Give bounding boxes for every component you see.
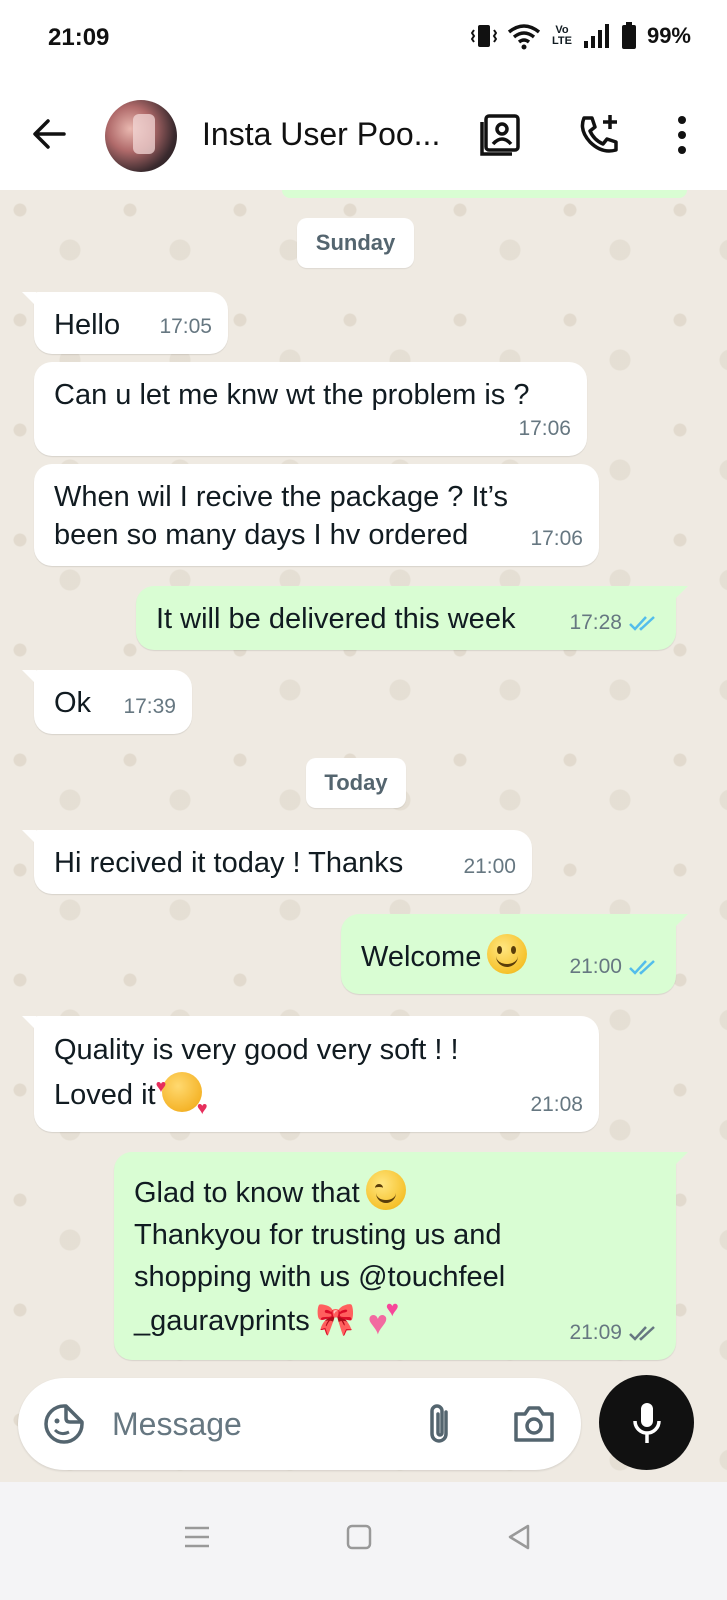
message-meta: 21:00 [463, 848, 516, 886]
wifi-icon [507, 24, 541, 50]
message-text-line: Loved it [54, 1079, 156, 1111]
message-time: 17:39 [123, 695, 176, 718]
message-time: 17:05 [159, 315, 212, 338]
chat-header: Insta User Poo... [0, 78, 727, 190]
message-bubble-outgoing[interactable]: It will be delivered this week 17:28 [136, 586, 688, 650]
mic-icon [633, 1403, 661, 1443]
message-text: Ok [54, 687, 92, 719]
message-text-line: _gauravprints [134, 1305, 310, 1337]
message-time: 17:06 [518, 417, 571, 440]
read-receipt-icon [629, 960, 655, 975]
battery-icon [621, 22, 636, 49]
message-bubble-outgoing[interactable]: Welcome 21:00 [341, 914, 688, 994]
date-chip: Today [306, 758, 406, 808]
message-text-line: Thankyou for trusting us and [134, 1219, 502, 1251]
message-meta: 17:06 [530, 520, 583, 558]
contact-card-icon[interactable] [478, 112, 524, 158]
message-text-line: Glad to know that [134, 1177, 360, 1209]
status-icons: Vo LTE 99% [470, 22, 691, 50]
volte-icon: Vo LTE [551, 24, 572, 47]
vibrate-icon [470, 25, 497, 47]
camera-icon[interactable] [512, 1404, 556, 1444]
battery-percent: 99% [646, 23, 691, 48]
message-text-line: Quality is very good very soft ! ! [54, 1034, 459, 1066]
message-meta: 21:08 [530, 1086, 583, 1124]
message-bubble-incoming[interactable]: Ok 17:39 [22, 670, 192, 734]
signal-icon [583, 24, 609, 48]
ribbon-emoji [316, 1298, 362, 1340]
message-meta: 21:00 [569, 948, 660, 986]
message-text: When wil I recive the package ? It’s bee… [54, 481, 509, 551]
status-time: 21:09 [48, 24, 110, 51]
message-text: It will be delivered this week [156, 603, 516, 635]
message-meta: 17:39 [123, 688, 176, 726]
avatar[interactable] [105, 100, 177, 172]
more-vert-icon[interactable] [660, 112, 704, 158]
system-nav-bar [0, 1482, 727, 1600]
message-bubble-incoming[interactable]: Hi recived it today ! Thanks 21:00 [22, 830, 532, 894]
message-text: Glad to know that Thankyou for trusting u… [134, 1170, 506, 1344]
slightly-smiling-face-emoji [487, 934, 528, 974]
message-meta: 17:28 [569, 604, 660, 642]
message-time: 17:28 [569, 611, 622, 634]
message-text-content: Welcome [361, 941, 482, 973]
message-time: 21:00 [569, 955, 622, 978]
message-bubble-incoming[interactable]: When wil I recive the package ? It’s bee… [34, 464, 599, 566]
contact-name[interactable]: Insta User Poo... [202, 116, 452, 153]
two-hearts-emoji [368, 1288, 410, 1344]
message-input[interactable]: Message [112, 1406, 242, 1443]
date-chip: Sunday [297, 218, 414, 268]
previous-message-sliver [282, 190, 687, 198]
nav-back-icon[interactable] [504, 1522, 534, 1552]
message-text-line: shopping with us @touchfeel [134, 1261, 506, 1293]
read-receipt-icon [629, 616, 655, 631]
message-bubble-incoming[interactable]: Hello 17:05 [22, 292, 228, 354]
chat-area[interactable]: Sunday Hello 17:05 Can u let me knw wt t… [0, 190, 727, 1510]
sticker-icon[interactable] [42, 1402, 86, 1446]
message-text: Can u let me knw wt the problem is ? [54, 379, 530, 411]
message-time: 21:08 [530, 1093, 583, 1116]
message-meta: 21:09 [569, 1314, 660, 1352]
message-text: Hi recived it today ! Thanks [54, 847, 404, 879]
message-time: 21:00 [463, 855, 516, 878]
message-time: 17:06 [530, 527, 583, 550]
status-bar: 21:09 Vo LTE 99% [0, 0, 727, 78]
message-bubble-outgoing[interactable]: Glad to know that Thankyou for trusting u… [114, 1152, 688, 1360]
attach-icon[interactable] [420, 1402, 460, 1446]
message-time: 21:09 [569, 1321, 622, 1344]
message-bubble-incoming[interactable]: Can u let me knw wt the problem is ? 17:… [34, 362, 587, 456]
message-text: Hello [54, 309, 121, 341]
message-text: Welcome [361, 934, 528, 976]
message-input-bar[interactable]: Message [18, 1378, 581, 1470]
message-meta: 17:06 [518, 410, 571, 448]
nav-menu-icon[interactable] [182, 1522, 212, 1552]
add-call-icon[interactable] [576, 112, 622, 158]
message-text: Quality is very good very soft ! ! Loved … [54, 1028, 459, 1130]
back-arrow-icon[interactable] [28, 112, 72, 156]
nav-home-icon[interactable] [344, 1522, 374, 1552]
smiling-face-with-smiling-eyes-emoji [365, 1170, 406, 1210]
delivered-receipt-icon [629, 1326, 655, 1341]
message-bubble-incoming[interactable]: Quality is very good very soft ! ! Loved … [22, 1016, 599, 1132]
mic-button[interactable] [599, 1375, 694, 1470]
smiling-face-with-hearts-emoji [156, 1064, 208, 1130]
message-meta: 17:05 [159, 308, 212, 346]
